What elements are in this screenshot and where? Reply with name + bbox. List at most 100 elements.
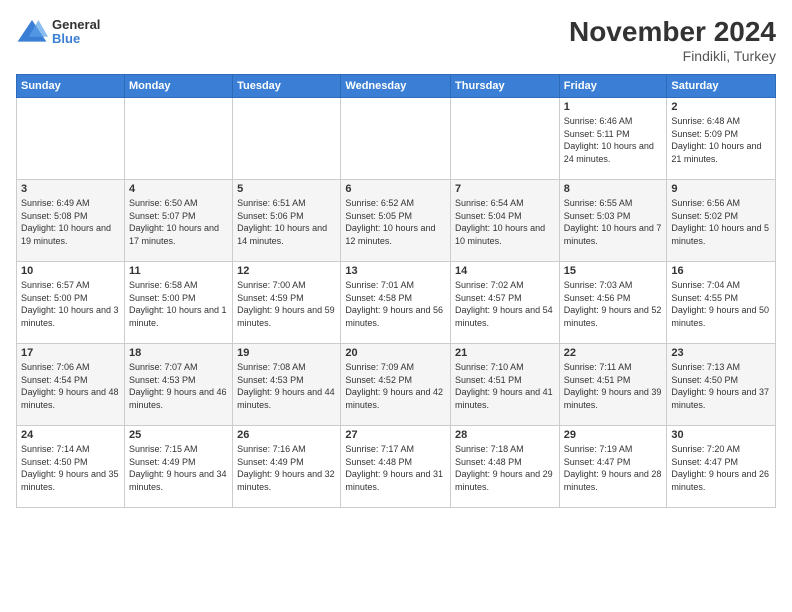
day-info: Sunrise: 7:09 AM Sunset: 4:52 PM Dayligh…	[345, 361, 446, 411]
calendar-cell: 30Sunrise: 7:20 AM Sunset: 4:47 PM Dayli…	[667, 426, 776, 508]
day-info: Sunrise: 7:11 AM Sunset: 4:51 PM Dayligh…	[564, 361, 663, 411]
day-number: 18	[129, 347, 228, 359]
calendar-cell: 3Sunrise: 6:49 AM Sunset: 5:08 PM Daylig…	[17, 180, 125, 262]
weekday-header-saturday: Saturday	[667, 75, 776, 98]
calendar-cell: 8 Sunrise: 6:55 AM Sunset: 5:03 PM Daylig…	[559, 180, 667, 262]
day-number: 12	[237, 265, 336, 277]
day-info: Sunrise: 7:00 AM Sunset: 4:59 PM Dayligh…	[237, 279, 336, 329]
calendar-cell: 15Sunrise: 7:03 AM Sunset: 4:56 PM Dayli…	[559, 262, 667, 344]
day-info: Sunrise: 6:48 AM Sunset: 5:09 PM Dayligh…	[671, 115, 771, 165]
day-info: Sunrise: 7:13 AM Sunset: 4:50 PM Dayligh…	[671, 361, 771, 411]
day-number: 28	[455, 429, 555, 441]
day-number: 5	[237, 183, 336, 195]
weekday-header-row: SundayMondayTuesdayWednesdayThursdayFrid…	[17, 75, 776, 98]
calendar-cell	[17, 98, 125, 180]
day-info: Sunrise: 7:15 AM Sunset: 4:49 PM Dayligh…	[129, 443, 228, 493]
calendar-cell: 11 Sunrise: 6:58 AM Sunset: 5:00 PM Dayli…	[124, 262, 232, 344]
weekday-header-wednesday: Wednesday	[341, 75, 451, 98]
calendar-cell: 18 Sunrise: 7:07 AM Sunset: 4:53 PM Dayli…	[124, 344, 232, 426]
day-info: Sunrise: 6:46 AM Sunset: 5:11 PM Dayligh…	[564, 115, 663, 165]
calendar-cell	[341, 98, 451, 180]
day-number: 13	[345, 265, 446, 277]
day-number: 16	[671, 265, 771, 277]
day-info: Sunrise: 6:56 AM Sunset: 5:02 PM Dayligh…	[671, 197, 771, 247]
calendar-cell: 9 Sunrise: 6:56 AM Sunset: 5:02 PM Daylig…	[667, 180, 776, 262]
day-info: Sunrise: 7:14 AM Sunset: 4:50 PM Dayligh…	[21, 443, 120, 493]
day-number: 14	[455, 265, 555, 277]
weekday-header-tuesday: Tuesday	[233, 75, 341, 98]
calendar-cell: 10Sunrise: 6:57 AM Sunset: 5:00 PM Dayli…	[17, 262, 125, 344]
header: General Blue November 2024 Findikli, Tur…	[16, 16, 776, 64]
weekday-header-monday: Monday	[124, 75, 232, 98]
day-number: 15	[564, 265, 663, 277]
day-info: Sunrise: 6:51 AM Sunset: 5:06 PM Dayligh…	[237, 197, 336, 247]
month-title: November 2024	[569, 16, 776, 48]
day-number: 21	[455, 347, 555, 359]
logo-general-text: General	[52, 18, 100, 32]
day-info: Sunrise: 7:18 AM Sunset: 4:48 PM Dayligh…	[455, 443, 555, 493]
calendar-cell: 21 Sunrise: 7:10 AM Sunset: 4:51 PM Dayli…	[451, 344, 560, 426]
logo: General Blue	[16, 16, 100, 48]
day-number: 4	[129, 183, 228, 195]
day-number: 7	[455, 183, 555, 195]
calendar-cell	[124, 98, 232, 180]
calendar-cell: 29Sunrise: 7:19 AM Sunset: 4:47 PM Dayli…	[559, 426, 667, 508]
calendar-cell: 23 Sunrise: 7:13 AM Sunset: 4:50 PM Dayli…	[667, 344, 776, 426]
day-number: 11	[129, 265, 228, 277]
calendar-cell: 16 Sunrise: 7:04 AM Sunset: 4:55 PM Dayli…	[667, 262, 776, 344]
day-info: Sunrise: 7:07 AM Sunset: 4:53 PM Dayligh…	[129, 361, 228, 411]
calendar-week-1: 1Sunrise: 6:46 AM Sunset: 5:11 PM Daylig…	[17, 98, 776, 180]
title-block: November 2024 Findikli, Turkey	[569, 16, 776, 64]
day-info: Sunrise: 6:50 AM Sunset: 5:07 PM Dayligh…	[129, 197, 228, 247]
calendar-cell: 13 Sunrise: 7:01 AM Sunset: 4:58 PM Dayli…	[341, 262, 451, 344]
calendar-cell: 26 Sunrise: 7:16 AM Sunset: 4:49 PM Dayli…	[233, 426, 341, 508]
calendar-cell: 12 Sunrise: 7:00 AM Sunset: 4:59 PM Dayli…	[233, 262, 341, 344]
day-info: Sunrise: 7:01 AM Sunset: 4:58 PM Dayligh…	[345, 279, 446, 329]
day-number: 9	[671, 183, 771, 195]
day-info: Sunrise: 6:52 AM Sunset: 5:05 PM Dayligh…	[345, 197, 446, 247]
day-number: 20	[345, 347, 446, 359]
calendar-cell: 5 Sunrise: 6:51 AM Sunset: 5:06 PM Daylig…	[233, 180, 341, 262]
calendar-cell: 4 Sunrise: 6:50 AM Sunset: 5:07 PM Daylig…	[124, 180, 232, 262]
calendar-cell: 1Sunrise: 6:46 AM Sunset: 5:11 PM Daylig…	[559, 98, 667, 180]
calendar-cell: 2 Sunrise: 6:48 AM Sunset: 5:09 PM Daylig…	[667, 98, 776, 180]
calendar-cell: 17Sunrise: 7:06 AM Sunset: 4:54 PM Dayli…	[17, 344, 125, 426]
weekday-header-sunday: Sunday	[17, 75, 125, 98]
day-number: 25	[129, 429, 228, 441]
day-info: Sunrise: 6:55 AM Sunset: 5:03 PM Dayligh…	[564, 197, 663, 247]
day-number: 26	[237, 429, 336, 441]
day-number: 8	[564, 183, 663, 195]
day-info: Sunrise: 6:54 AM Sunset: 5:04 PM Dayligh…	[455, 197, 555, 247]
calendar-cell	[233, 98, 341, 180]
day-number: 19	[237, 347, 336, 359]
day-number: 27	[345, 429, 446, 441]
calendar-cell: 22Sunrise: 7:11 AM Sunset: 4:51 PM Dayli…	[559, 344, 667, 426]
logo-icon	[16, 16, 48, 48]
day-info: Sunrise: 7:04 AM Sunset: 4:55 PM Dayligh…	[671, 279, 771, 329]
day-number: 6	[345, 183, 446, 195]
calendar-cell: 14Sunrise: 7:02 AM Sunset: 4:57 PM Dayli…	[451, 262, 560, 344]
day-info: Sunrise: 6:58 AM Sunset: 5:00 PM Dayligh…	[129, 279, 228, 329]
logo-text: General Blue	[52, 18, 100, 47]
calendar-cell: 25 Sunrise: 7:15 AM Sunset: 4:49 PM Dayli…	[124, 426, 232, 508]
day-info: Sunrise: 7:10 AM Sunset: 4:51 PM Dayligh…	[455, 361, 555, 411]
calendar-cell: 28 Sunrise: 7:18 AM Sunset: 4:48 PM Dayli…	[451, 426, 560, 508]
calendar-cell	[451, 98, 560, 180]
day-number: 24	[21, 429, 120, 441]
day-info: Sunrise: 6:49 AM Sunset: 5:08 PM Dayligh…	[21, 197, 120, 247]
calendar-cell: 27 Sunrise: 7:17 AM Sunset: 4:48 PM Dayli…	[341, 426, 451, 508]
page: General Blue November 2024 Findikli, Tur…	[0, 0, 792, 612]
day-number: 23	[671, 347, 771, 359]
calendar-cell: 24 Sunrise: 7:14 AM Sunset: 4:50 PM Dayli…	[17, 426, 125, 508]
day-number: 17	[21, 347, 120, 359]
weekday-header-friday: Friday	[559, 75, 667, 98]
day-number: 29	[564, 429, 663, 441]
day-info: Sunrise: 7:16 AM Sunset: 4:49 PM Dayligh…	[237, 443, 336, 493]
weekday-header-thursday: Thursday	[451, 75, 560, 98]
calendar-cell: 7 Sunrise: 6:54 AM Sunset: 5:04 PM Daylig…	[451, 180, 560, 262]
day-number: 30	[671, 429, 771, 441]
day-number: 2	[671, 101, 771, 113]
day-info: Sunrise: 7:17 AM Sunset: 4:48 PM Dayligh…	[345, 443, 446, 493]
calendar-cell: 20 Sunrise: 7:09 AM Sunset: 4:52 PM Dayli…	[341, 344, 451, 426]
location: Findikli, Turkey	[569, 48, 776, 64]
